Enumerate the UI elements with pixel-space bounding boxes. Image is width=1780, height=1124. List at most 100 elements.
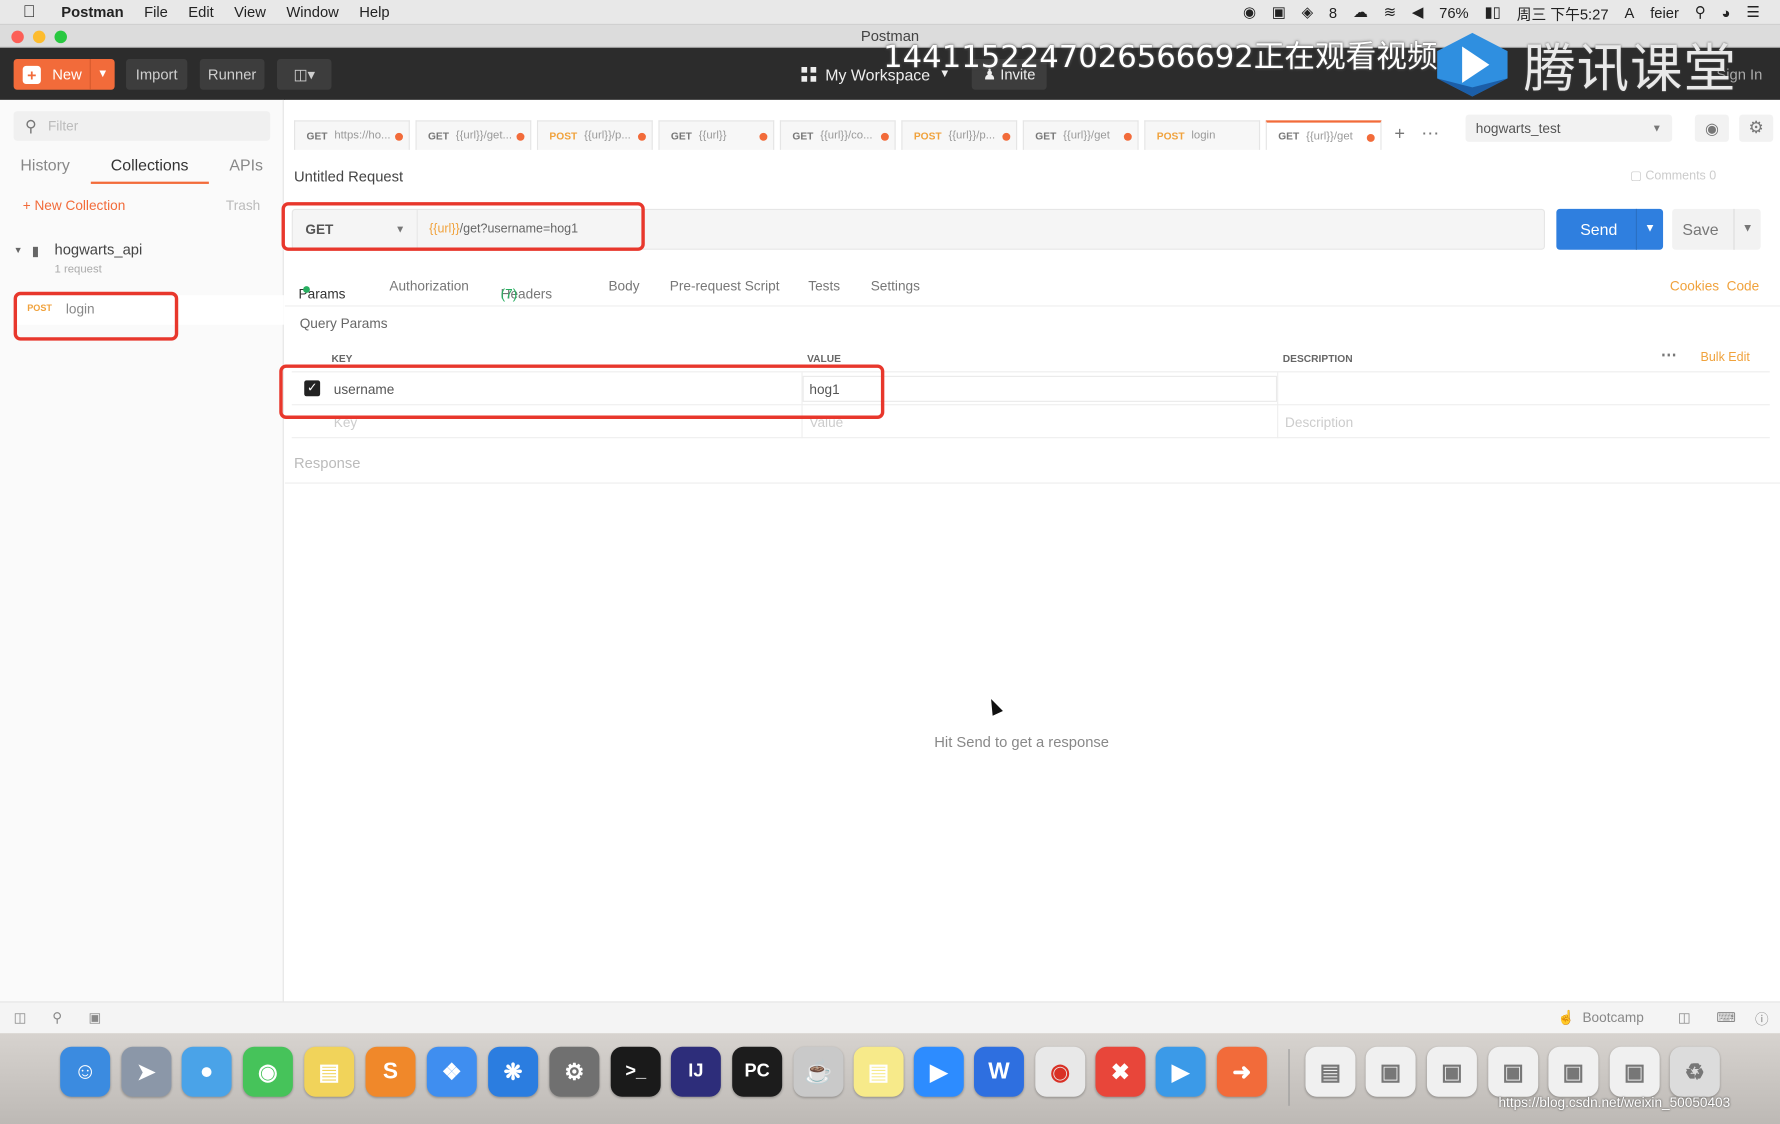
chevron-down-icon[interactable]: ▼ [14, 245, 23, 255]
cloud-icon[interactable]: ☁ [1353, 3, 1368, 21]
chevron-down-icon[interactable]: ▼ [1635, 208, 1663, 250]
new-window-button[interactable]: ◫▾ [276, 59, 332, 90]
status-icon[interactable]: ◉ [1243, 3, 1256, 21]
finder-icon[interactable]: ☺ [60, 1046, 111, 1097]
url-input[interactable]: {{url}}/get?username=hog1 [429, 210, 578, 249]
zoom-window-button[interactable] [54, 30, 67, 44]
request-tab[interactable]: POST login [1144, 120, 1261, 150]
spotlight-search-icon[interactable]: ⚲ [1695, 3, 1706, 21]
console-icon[interactable]: ▣ [89, 1009, 102, 1025]
notification-center-icon[interactable]: ☰ [1746, 3, 1759, 21]
runner-button[interactable]: Runner [199, 59, 265, 90]
help-icon[interactable]: ⓘ [1755, 1009, 1769, 1028]
send-button[interactable]: Send ▼ [1556, 208, 1664, 250]
layout-icon[interactable]: ◫ [1678, 1009, 1691, 1025]
save-button[interactable]: Save ▼ [1672, 208, 1761, 250]
menu-app[interactable]: Postman [61, 3, 123, 20]
tab-settings[interactable]: Settings [871, 278, 920, 294]
menu-view[interactable]: View [234, 3, 266, 20]
script-editor-icon[interactable]: ☕ [793, 1046, 844, 1097]
value-placeholder[interactable]: Value [809, 414, 843, 430]
new-collection-button[interactable]: + New Collection [23, 198, 126, 214]
clock[interactable]: 周三 下午5:27 [1517, 2, 1609, 24]
description-placeholder[interactable]: Description [1285, 414, 1353, 430]
system-preferences-icon[interactable]: ⚙ [549, 1046, 600, 1097]
environment-selector[interactable]: hogwarts_test ▼ [1465, 114, 1673, 142]
wps-icon[interactable]: W [974, 1046, 1024, 1097]
chrome-icon[interactable]: ◉ [1035, 1046, 1086, 1097]
collection-item[interactable]: ▼ ▮ hogwarts_api 1 request [14, 238, 275, 277]
tab-collections[interactable]: Collections [90, 152, 209, 184]
window-thumbnail-icon[interactable]: ▣ [1609, 1046, 1660, 1097]
more-tabs-button[interactable]: ⋯ [1418, 120, 1443, 154]
xmind-icon[interactable]: ✖ [1095, 1046, 1146, 1097]
tab-prerequest-script[interactable]: Pre-request Script [670, 278, 780, 294]
tab-tests[interactable]: Tests [808, 278, 840, 294]
request-tab[interactable]: GET {{url}}/get... [415, 120, 532, 150]
request-tab[interactable]: POST {{url}}/p... [536, 120, 653, 150]
tencent-classroom-icon[interactable]: ▶ [1155, 1046, 1206, 1097]
sidebar-request-login[interactable]: POST login [15, 295, 284, 325]
tab-body[interactable]: Body [608, 278, 639, 294]
method-select[interactable]: GET ▼ [293, 210, 418, 249]
gear-icon[interactable]: ⚙ [1739, 114, 1774, 142]
invite-button[interactable]: ♟ Invite [971, 59, 1047, 90]
code-link[interactable]: Code [1727, 278, 1760, 294]
volume-icon[interactable]: ◀ [1412, 3, 1423, 21]
param-key[interactable]: username [334, 381, 395, 397]
status-icon[interactable]: ▣ [1272, 3, 1286, 21]
menu-window[interactable]: Window [286, 3, 339, 20]
menu-file[interactable]: File [144, 3, 168, 20]
request-tab[interactable]: POST {{url}}/p... [901, 120, 1018, 150]
menu-help[interactable]: Help [359, 3, 389, 20]
request-title[interactable]: Untitled Request [294, 168, 403, 185]
user-name[interactable]: feier [1650, 4, 1679, 21]
tab-authorization[interactable]: Authorization [389, 278, 469, 294]
window-thumbnail-icon[interactable]: ▣ [1426, 1046, 1477, 1097]
apple-icon[interactable]:  [23, 2, 41, 21]
window-thumbnail-icon[interactable]: ▣ [1488, 1046, 1539, 1097]
param-checkbox[interactable]: ✓ [304, 380, 321, 397]
tab-apis[interactable]: APIs [209, 152, 283, 184]
workspace-selector[interactable]: My Workspace ▼ [801, 59, 950, 90]
sidebar-toggle-icon[interactable]: ◫ [14, 1009, 27, 1025]
sign-in-link[interactable]: Sign In [1716, 66, 1762, 83]
dingtalk-icon[interactable]: ❖ [426, 1046, 477, 1097]
window-thumbnail-icon[interactable]: ▣ [1365, 1046, 1416, 1097]
trash-link[interactable]: Trash [226, 198, 260, 214]
sublime-text-icon[interactable]: S [365, 1046, 416, 1097]
wechat-icon[interactable]: ◈ [1302, 3, 1313, 21]
menu-edit[interactable]: Edit [188, 3, 213, 20]
intellij-icon[interactable]: IJ [670, 1046, 721, 1097]
add-tab-button[interactable]: + [1387, 120, 1412, 154]
eye-icon[interactable]: ◉ [1694, 114, 1729, 142]
input-source-icon[interactable]: A [1624, 4, 1634, 21]
zoom-icon[interactable]: ▶ [913, 1046, 964, 1097]
import-button[interactable]: Import [126, 59, 188, 90]
request-tab[interactable]: GET {{url}} [658, 120, 775, 150]
request-tab[interactable]: GET {{url}}/get [1022, 120, 1139, 150]
key-placeholder[interactable]: Key [334, 414, 357, 430]
request-tab[interactable]: GET {{url}}/co... [779, 120, 896, 150]
chevron-down-icon[interactable]: ▼ [1733, 208, 1760, 250]
keyboard-icon[interactable]: ⌨ [1716, 1009, 1736, 1025]
bulk-edit-link[interactable]: Bulk Edit [1701, 351, 1750, 365]
chevron-down-icon[interactable]: ▼ [89, 59, 115, 90]
siri-icon[interactable]: ◕ [1722, 4, 1731, 21]
wifi-icon[interactable]: ≋ [1384, 3, 1396, 21]
terminal-icon[interactable]: >_ [610, 1046, 661, 1097]
close-window-button[interactable] [11, 30, 24, 44]
minimize-window-button[interactable] [32, 30, 46, 44]
trash-icon[interactable]: ♻ [1669, 1046, 1720, 1097]
battery-level[interactable]: 76% [1439, 4, 1469, 21]
wechat-icon[interactable]: ◉ [242, 1046, 293, 1097]
safari-icon[interactable]: ❋ [488, 1046, 539, 1097]
bootcamp-link[interactable]: Bootcamp [1582, 1009, 1643, 1025]
stickies-icon[interactable]: ▤ [304, 1046, 355, 1097]
tab-history[interactable]: History [0, 152, 90, 184]
window-thumbnail-icon[interactable]: ▣ [1548, 1046, 1599, 1097]
comments-button[interactable]: ▢ Comments 0 [1630, 168, 1716, 183]
notes-icon[interactable]: ▤ [853, 1046, 904, 1097]
filter-input[interactable]: ⚲ Filter [13, 111, 271, 141]
new-button[interactable]: + New ▼ [13, 59, 115, 90]
